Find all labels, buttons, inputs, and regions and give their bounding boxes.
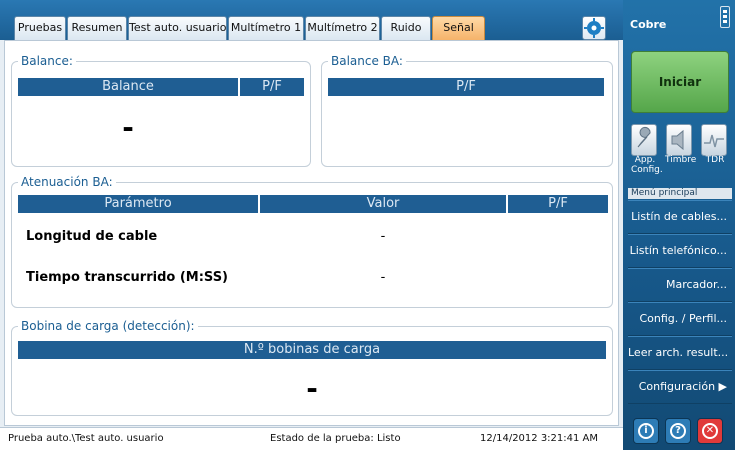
settings-gear-icon[interactable] [582,16,606,40]
valor-header: Valor [260,195,506,213]
bobina-title: Bobina de carga (detección): [18,319,198,333]
longitud-cable-value: - [380,229,386,244]
tab-multimetro-2[interactable]: Multímetro 2 [305,16,380,40]
menu-marcador[interactable]: Marcador... [628,268,732,302]
battery-icon [720,6,730,28]
bobinas-count-header: N.º bobinas de carga [18,341,606,359]
menu-listin-cables[interactable]: Listín de cables... [628,200,732,234]
status-path: Prueba auto.\Test auto. usuario [8,433,164,444]
pf-header: P/F [508,195,608,213]
balance-group: Balance: Balance P/F - [11,54,311,167]
tool-label-timbre: Timbre [665,155,697,165]
side-title: Cobre [630,18,667,31]
atenuacion-group: Atenuación BA: Parámetro Valor P/F Longi… [11,175,613,308]
content-panel: Balance: Balance P/F - Balance BA: P/F A… [4,40,619,426]
balance-value: - [122,111,134,144]
balance-ba-pf-header: P/F [328,78,604,96]
menu-header: Menú principal [628,188,732,199]
balance-ba-title: Balance BA: [328,54,406,68]
main-area: Pruebas Resumen Test auto. usuario Multí… [0,0,623,450]
balance-ba-group: Balance BA: P/F [321,54,613,167]
status-bar: Prueba auto.\Test auto. usuario Estado d… [0,427,623,450]
close-icon: ✕ [702,423,718,439]
timbre-speaker-icon[interactable] [666,124,692,156]
app-config-wrench-icon[interactable] [631,124,657,156]
status-state: Estado de la prueba: Listo [270,433,401,444]
status-datetime: 12/14/2012 3:21:41 AM [480,433,599,444]
side-panel: Cobre Iniciar App. Config. Timbre TDR Me… [623,0,735,450]
tool-label-tdr: TDR [705,155,725,165]
balance-title: Balance: [18,54,76,68]
tab-test-auto-usuario[interactable]: Test auto. usuario [128,16,227,40]
bobina-group: Bobina de carga (detección): N.º bobinas… [11,319,613,416]
menu-config-perfil[interactable]: Config. / Perfil... [628,302,732,336]
tiempo-transcurrido-label: Tiempo transcurrido (M:SS) [26,270,229,285]
menu-listin-telefonico[interactable]: Listín telefónico... [628,234,732,268]
info-icon: i [638,423,654,439]
tab-senal[interactable]: Señal [432,16,485,40]
atenuacion-title: Atenuación BA: [18,175,116,189]
menu-leer-arch-result[interactable]: Leer arch. result... [628,336,732,370]
tab-pruebas[interactable]: Pruebas [14,16,66,40]
tab-multimetro-1[interactable]: Multímetro 1 [228,16,304,40]
tab-ruido[interactable]: Ruido [381,16,431,40]
balance-pf-header: P/F [240,78,304,96]
balance-col-header: Balance [18,78,238,96]
longitud-cable-label: Longitud de cable [26,229,158,244]
bobinas-count-value: - [306,372,318,405]
help-button[interactable]: ? [665,418,691,444]
help-icon: ? [670,423,686,439]
tab-resumen[interactable]: Resumen [67,16,127,40]
info-button[interactable]: i [633,418,659,444]
close-button[interactable]: ✕ [697,418,723,444]
tool-label-app-config: App. Config. [631,155,663,175]
start-button[interactable]: Iniciar [631,51,729,113]
tiempo-transcurrido-value: - [380,270,386,285]
tab-bar: Pruebas Resumen Test auto. usuario Multí… [0,0,623,40]
tdr-waveform-icon[interactable] [701,124,727,156]
parametro-header: Parámetro [18,195,258,213]
menu-configuracion[interactable]: Configuración ▶ [628,370,732,404]
